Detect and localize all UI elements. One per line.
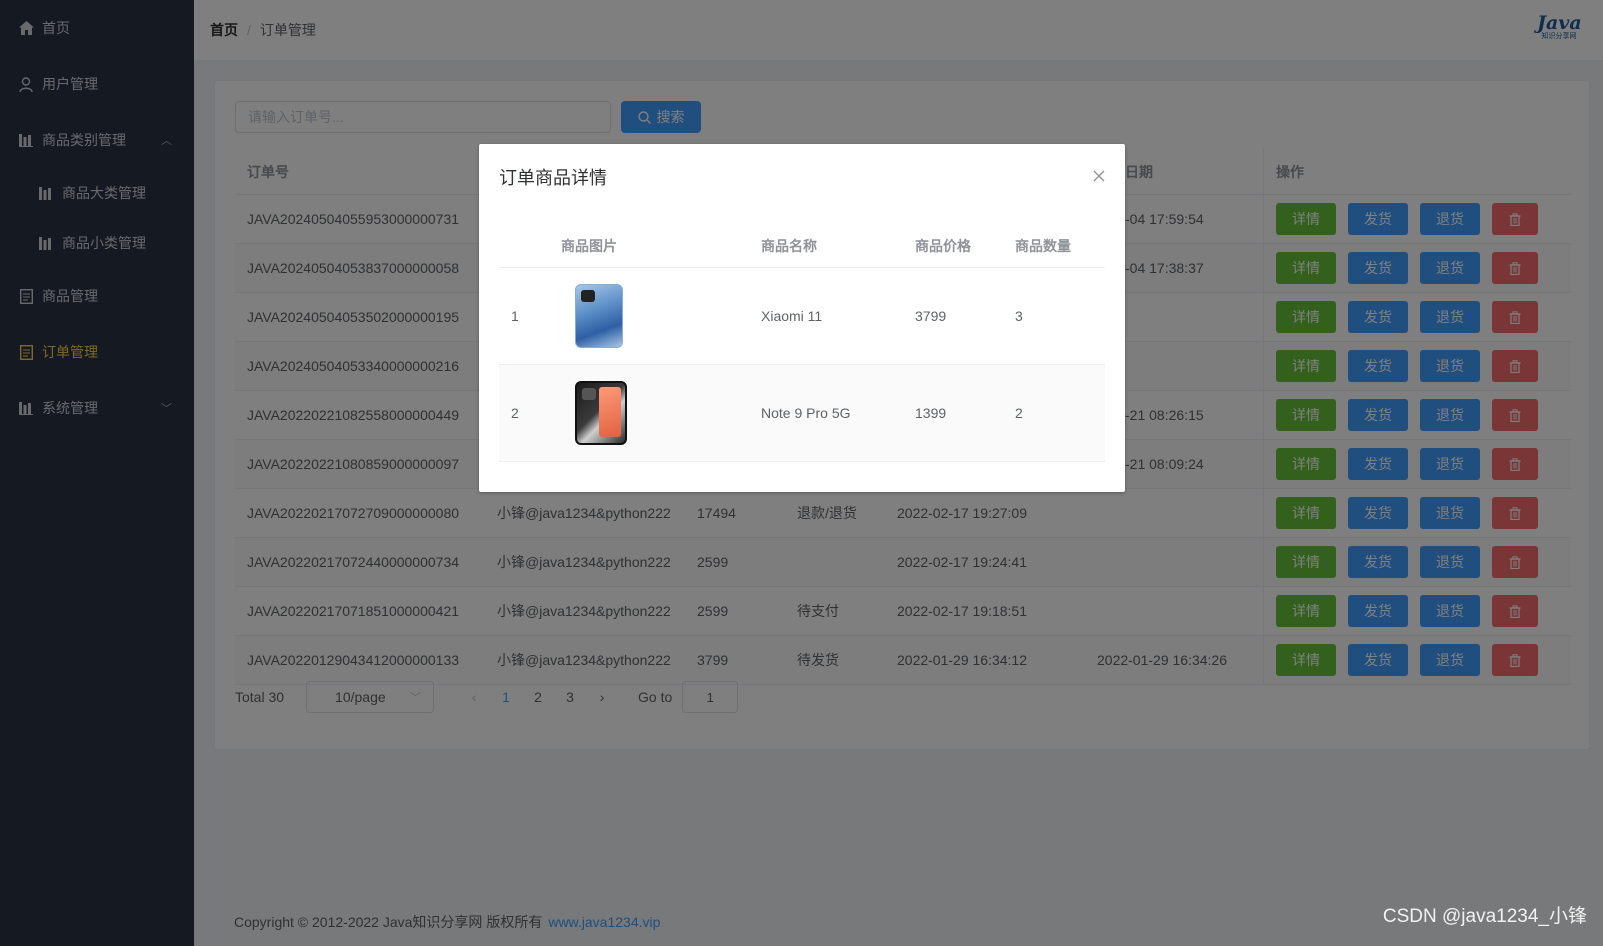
dialog-table: 商品图片 商品名称 商品价格 商品数量 1 Xiaomi 11 3799 3 2 — [499, 224, 1105, 462]
dialog-col-price: 商品价格 — [915, 237, 971, 254]
dialog-row-qty: 2 — [1015, 405, 1023, 421]
dialog-col-name: 商品名称 — [761, 237, 817, 254]
watermark: CSDN @java1234_小锋 — [1382, 906, 1587, 927]
dialog-row-name: Note 9 Pro 5G — [761, 405, 851, 421]
dialog-col-qty: 商品数量 — [1015, 237, 1071, 254]
dialog-row-price: 1399 — [915, 405, 947, 421]
close-icon[interactable] — [1093, 166, 1105, 187]
dialog-row: 2 Note 9 Pro 5G 1399 2 — [499, 365, 1105, 462]
dialog-row-image-cell — [561, 381, 759, 445]
dialog-row-index: 2 — [511, 405, 519, 421]
phone-screen — [599, 387, 621, 437]
dialog-table-header: 商品图片 商品名称 商品价格 商品数量 — [499, 224, 1105, 268]
dialog-title: 订单商品详情 — [499, 168, 607, 188]
order-items-dialog: 订单商品详情 商品图片 商品名称 商品价格 商品数量 1 Xiaomi 11 3… — [479, 144, 1125, 492]
dialog-col-image: 商品图片 — [561, 236, 759, 256]
phone-camera-icon — [581, 290, 595, 302]
dialog-row-image-cell — [561, 284, 759, 348]
phone-camera-icon — [582, 388, 596, 400]
dialog-row-index: 1 — [511, 308, 519, 324]
dialog-col-image-label: 商品图片 — [561, 237, 617, 254]
dialog-row-price: 3799 — [915, 308, 947, 324]
dialog-row-name: Xiaomi 11 — [761, 308, 823, 324]
dialog-row: 1 Xiaomi 11 3799 3 — [499, 268, 1105, 365]
phone-blue-image — [575, 284, 623, 348]
phone-dark-image — [575, 381, 627, 445]
dialog-row-qty: 3 — [1015, 308, 1023, 324]
